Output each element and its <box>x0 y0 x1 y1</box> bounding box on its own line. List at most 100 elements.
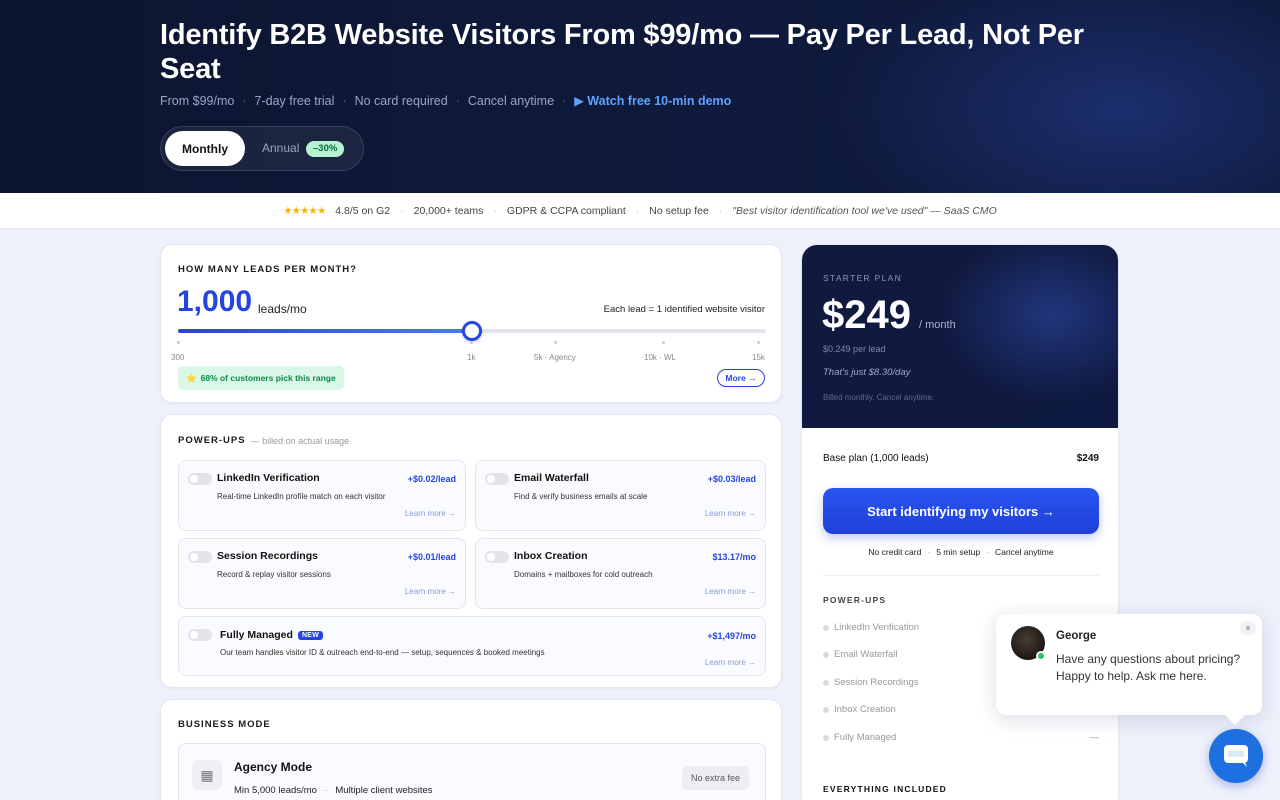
trust-bar: ★★★★★ 4.8/5 on G2 · 20,000+ teams · GDPR… <box>0 193 1280 229</box>
bullet-icon <box>823 651 829 658</box>
chat-bubble-icon <box>1224 745 1248 767</box>
powerup-session-recordings[interactable]: Session Recordings Record & replay visit… <box>178 538 466 609</box>
powerup-price: +$0.01/lead <box>407 552 456 562</box>
powerups-label: POWER-UPS <box>178 435 246 446</box>
discount-badge: –30% <box>306 141 345 157</box>
bullet-icon <box>823 624 829 631</box>
learn-more-link[interactable]: Learn more → <box>705 509 756 518</box>
separator: · <box>635 204 640 217</box>
hero-sub-price: From $99/mo <box>160 93 235 108</box>
leads-card: HOW MANY LEADS PER MONTH? 1,000 leads/mo… <box>160 244 782 403</box>
powerups-note: — billed on actual usage <box>250 435 350 446</box>
tick-dot <box>554 341 557 344</box>
base-plan-label: Base plan (1,000 leads) <box>823 453 929 464</box>
star-icon: ⭐ <box>186 372 197 383</box>
agency-mode-details: Min 5,000 leads/mo · Multiple client web… <box>234 785 433 796</box>
plan-price: $249 <box>822 293 911 337</box>
popular-range-badge: ⭐ 68% of customers pick this range <box>178 366 344 390</box>
business-mode-card: BUSINESS MODE ▦ Agency Mode Min 5,000 le… <box>160 699 782 800</box>
separator: · <box>562 93 567 108</box>
everything-included-label: EVERYTHING INCLUDED <box>823 784 948 794</box>
compliance-badge: GDPR & CCPA compliant <box>506 204 626 217</box>
cta-note: No credit card <box>868 547 922 557</box>
close-icon[interactable]: × <box>1240 620 1256 636</box>
more-options-button[interactable]: More → <box>717 369 765 387</box>
leads-unit: leads/mo <box>258 302 307 316</box>
page-title: Identify B2B Website Visitors From $99/m… <box>160 19 1084 85</box>
powerup-inbox-creation[interactable]: Inbox Creation Domains + mailboxes for c… <box>475 538 766 609</box>
leads-value: 1,000 <box>177 285 253 318</box>
plan-summary-panel: STARTER PLAN $249 / month $0.249 per lea… <box>801 244 1119 800</box>
setup-fee-note: No setup fee <box>649 204 709 217</box>
billing-annual-button[interactable]: Annual <box>262 141 299 155</box>
new-badge: NEW <box>297 630 324 640</box>
watch-demo-link[interactable]: ▶ Watch free 10-min demo <box>574 93 731 108</box>
chat-launcher-button[interactable] <box>1209 729 1263 783</box>
plan-powerup-name: Email Waterfall <box>834 649 898 660</box>
cta-note: 5 min setup <box>936 547 981 557</box>
powerup-price: +$1,497/mo <box>707 631 756 641</box>
separator: · <box>455 93 460 108</box>
powerup-name: Fully Managed <box>220 629 293 641</box>
billing-note: Billed monthly. Cancel anytime. <box>823 393 935 402</box>
powerup-email-waterfall[interactable]: Email Waterfall Find & verify business e… <box>475 460 766 531</box>
agency-fee-badge: No extra fee <box>681 766 749 790</box>
chat-popup[interactable]: George Have any questions about pricing?… <box>996 614 1262 715</box>
tick-dot <box>757 341 760 344</box>
powerup-toggle[interactable] <box>485 551 509 563</box>
tick-dot <box>470 341 473 344</box>
g2-rating: 4.8/5 on G2 <box>335 204 391 217</box>
powerup-price: $13.17/mo <box>712 552 756 562</box>
hero-sub-card: No card required <box>354 93 448 108</box>
powerup-toggle[interactable] <box>485 473 509 485</box>
powerup-toggle[interactable] <box>188 473 212 485</box>
hero-sub-trial: 7-day free trial <box>254 93 335 108</box>
powerup-description: Real-time LinkedIn profile match on each… <box>217 492 386 501</box>
powerup-fully-managed[interactable]: Fully Managed NEW Our team handles visit… <box>178 616 766 676</box>
powerup-name: Session Recordings <box>217 550 318 562</box>
separator: · <box>242 93 247 108</box>
plan-powerup-name: Session Recordings <box>834 677 919 688</box>
bullet-icon <box>823 734 829 741</box>
plan-powerups-label: POWER-UPS <box>823 595 887 605</box>
leads-slider-handle[interactable] <box>462 321 482 341</box>
separator: · <box>324 785 328 796</box>
powerup-linkedin-verification[interactable]: LinkedIn Verification Real-time LinkedIn… <box>178 460 466 531</box>
separator: · <box>718 204 723 217</box>
billing-toggle: Monthly Annual –30% <box>160 126 364 171</box>
divider <box>823 575 1099 576</box>
powerup-name: LinkedIn Verification <box>217 472 320 484</box>
powerup-description: Record & replay visitor sessions <box>217 570 331 579</box>
learn-more-link[interactable]: Learn more → <box>705 587 756 596</box>
learn-more-link[interactable]: Learn more → <box>405 587 456 596</box>
bullet-icon <box>823 706 829 713</box>
plan-name: STARTER PLAN <box>823 273 903 283</box>
teams-count: 20,000+ teams <box>413 204 484 217</box>
popular-range-text: 68% of customers pick this range <box>200 373 336 383</box>
powerup-toggle[interactable] <box>188 629 212 641</box>
agency-multi-sites: Multiple client websites <box>335 785 433 796</box>
tick-dot <box>662 341 665 344</box>
chat-agent-name: George <box>1056 630 1097 642</box>
plan-powerup-name: LinkedIn Verification <box>834 622 920 633</box>
powerups-card: POWER-UPS — billed on actual usage Linke… <box>160 414 782 688</box>
powerup-toggle[interactable] <box>188 551 212 563</box>
tick-label: 10k · WL <box>644 353 677 362</box>
tick-label: 5k · Agency <box>534 353 576 362</box>
online-status-icon <box>1036 651 1046 661</box>
separator: · <box>342 93 347 108</box>
learn-more-link[interactable]: Learn more → <box>405 509 456 518</box>
chat-message: Have any questions about pricing? Happy … <box>1056 652 1241 683</box>
agency-mode-option[interactable]: ▦ Agency Mode Min 5,000 leads/mo · Multi… <box>178 743 766 800</box>
start-identifying-button[interactable]: Start identifying my visitors → <box>823 488 1099 534</box>
plan-powerup-item: Fully Managed — <box>823 732 1099 743</box>
powerup-description: Our team handles visitor ID & outreach e… <box>220 648 545 657</box>
plan-powerup-value: — <box>1089 732 1100 743</box>
agency-mode-title: Agency Mode <box>234 760 313 774</box>
plan-powerup-name: Inbox Creation <box>834 704 896 715</box>
billing-monthly-button[interactable]: Monthly <box>165 131 245 166</box>
plan-period: / month <box>919 319 956 331</box>
tick-dot <box>177 341 180 344</box>
plan-powerup-name: Fully Managed <box>834 732 897 743</box>
learn-more-link[interactable]: Learn more → <box>705 658 756 667</box>
